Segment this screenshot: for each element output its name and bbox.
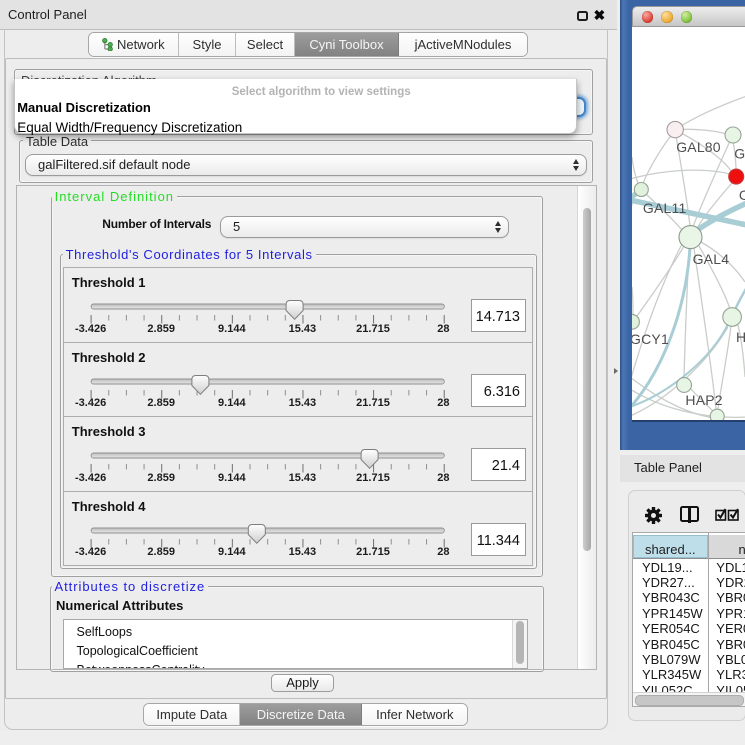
svg-text:GAL11: GAL11 [643,200,687,216]
svg-text:CD: CD [739,187,745,203]
svg-text:GAL80: GAL80 [676,139,721,155]
svg-text:GAL4: GAL4 [693,251,730,267]
svg-text:HI: HI [736,329,745,345]
svg-text:HAP2: HAP2 [685,392,722,408]
svg-text:GCY1: GCY1 [632,331,669,347]
svg-text:GAL7: GAL7 [734,146,745,162]
